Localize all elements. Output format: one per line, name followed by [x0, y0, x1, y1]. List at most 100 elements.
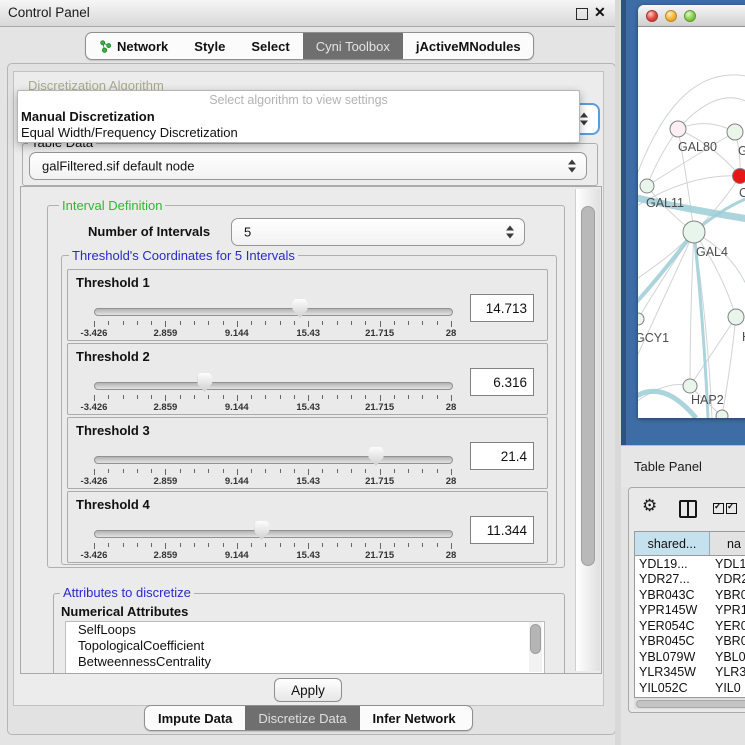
cell-name[interactable]: YDL1	[710, 557, 745, 571]
cell-shared-name[interactable]: YLR345W	[635, 665, 710, 679]
cell-name[interactable]: YIL0	[710, 681, 741, 695]
cell-shared-name[interactable]: YBR045C	[635, 634, 710, 648]
cell-shared-name[interactable]: YDL19...	[635, 557, 710, 571]
dropdown-item-manual-discretization[interactable]: Manual Discretization	[21, 109, 155, 124]
tab-cyni-toolbox[interactable]: Cyni Toolbox	[303, 33, 403, 59]
minimize-traffic-light-icon[interactable]	[665, 10, 677, 22]
network-node[interactable]	[638, 313, 644, 325]
attribute-item[interactable]: BetweennessCentrality	[66, 654, 544, 670]
horizontal-scrollbar[interactable]	[634, 698, 745, 709]
network-node[interactable]	[716, 410, 728, 418]
network-node[interactable]	[728, 309, 744, 325]
network-edge[interactable]	[722, 317, 736, 416]
network-icon	[99, 40, 112, 53]
tick-mark	[451, 321, 452, 327]
tab-impute-data[interactable]: Impute Data	[145, 706, 245, 730]
network-node[interactable]	[670, 121, 686, 137]
apply-button[interactable]: Apply	[274, 678, 342, 702]
split-view-icon[interactable]	[679, 500, 697, 518]
numerical-attributes-list[interactable]: SelfLoopsTopologicalCoefficientBetweenne…	[65, 621, 545, 674]
float-window-icon[interactable]	[576, 8, 588, 20]
network-edge[interactable]	[638, 75, 745, 172]
tab-infer-network[interactable]: Infer Network	[360, 706, 469, 730]
checkbox-icon[interactable]	[713, 503, 724, 514]
threshold-value-field[interactable]: 11.344	[470, 516, 534, 544]
network-graph[interactable]: GAL80GACGAL11GAL4GCY1HHAP2	[638, 27, 745, 418]
table-data-combo[interactable]: galFiltered.sif default node	[29, 152, 587, 180]
checkbox-icon[interactable]	[726, 503, 737, 514]
table-row[interactable]: YPR145WYPR1	[635, 603, 745, 619]
attribute-item[interactable]: SelfLoops	[66, 622, 544, 638]
network-edge-highlight[interactable]	[638, 232, 694, 307]
tick-mark	[94, 321, 95, 327]
cell-name[interactable]: YDR2	[710, 572, 745, 586]
network-node[interactable]	[640, 179, 654, 193]
table-row[interactable]: YBR043CYBR0	[635, 587, 745, 603]
table-row[interactable]: YLR345WYLR3	[635, 665, 745, 681]
zoom-traffic-light-icon[interactable]	[684, 10, 696, 22]
tick-mark	[351, 543, 352, 547]
table-row[interactable]: YBL079WYBL0	[635, 649, 745, 665]
cell-name[interactable]: YBR0	[710, 588, 745, 602]
table-row[interactable]: YDR27...YDR2	[635, 572, 745, 588]
tab-network[interactable]: Network	[86, 33, 181, 59]
dropdown-item-equal-width-frequency[interactable]: Equal Width/Frequency Discretization	[21, 125, 238, 140]
threshold-value-field[interactable]: 6.316	[470, 368, 534, 396]
network-edge[interactable]	[690, 232, 694, 386]
cell-name[interactable]: YBL0	[710, 650, 745, 664]
cell-shared-name[interactable]: YBL079W	[635, 650, 710, 664]
tab-discretize-data[interactable]: Discretize Data	[245, 706, 359, 730]
close-traffic-light-icon[interactable]	[646, 10, 658, 22]
column-header-name[interactable]: na	[710, 532, 745, 555]
network-edge[interactable]	[690, 317, 736, 386]
tick-mark	[408, 543, 409, 547]
gear-icon[interactable]: ⚙	[642, 496, 657, 516]
panel-scrollbar[interactable]	[575, 189, 600, 671]
table-row[interactable]: YER054CYER0	[635, 618, 745, 634]
tab-select[interactable]: Select	[238, 33, 302, 59]
tick-mark	[322, 395, 323, 399]
cell-shared-name[interactable]: YDR27...	[635, 572, 710, 586]
table-row[interactable]: YBR045CYBR0	[635, 634, 745, 650]
column-header-shared[interactable]: shared...	[635, 532, 710, 555]
cell-name[interactable]: YPR1	[710, 603, 745, 617]
cell-shared-name[interactable]: YBR043C	[635, 588, 710, 602]
threshold-value-field[interactable]: 21.4	[470, 442, 534, 470]
tick-mark	[351, 395, 352, 399]
network-node[interactable]	[733, 169, 745, 184]
cell-shared-name[interactable]: YPR145W	[635, 603, 710, 617]
tab-jactivemnodules[interactable]: jActiveMNodules	[403, 33, 534, 59]
tab-style[interactable]: Style	[181, 33, 238, 59]
attribute-item[interactable]: TopologicalCoefficient	[66, 638, 544, 654]
threshold-value-field[interactable]: 14.713	[470, 294, 534, 322]
cell-name[interactable]: YLR3	[710, 665, 745, 679]
network-edge[interactable]	[647, 129, 678, 186]
axis-tick-label: 28	[446, 476, 457, 487]
network-node[interactable]	[683, 379, 697, 393]
network-node[interactable]	[683, 221, 705, 243]
tick-mark	[294, 321, 295, 325]
scrollbar-thumb[interactable]	[581, 206, 595, 566]
list-scrollbar[interactable]	[529, 622, 542, 672]
cell-name[interactable]: YER0	[710, 619, 745, 633]
scrollbar-thumb[interactable]	[636, 700, 745, 708]
network-edge[interactable]	[678, 124, 735, 132]
node-attribute-table: shared... na YDL19...YDL1YDR27...YDR2YBR…	[634, 531, 745, 698]
spinner-icon	[506, 226, 515, 239]
cell-shared-name[interactable]: YER054C	[635, 619, 710, 633]
table-row[interactable]: YDL19...YDL1	[635, 556, 745, 572]
close-icon[interactable]: ✕	[594, 4, 606, 21]
dropdown-prompt: Select algorithm to view settings	[18, 93, 579, 107]
table-row[interactable]: YIL052CYIL0	[635, 680, 745, 696]
network-node[interactable]	[727, 124, 743, 140]
network-window[interactable]: GAL80GACGAL11GAL4GCY1HHAP2	[638, 5, 745, 418]
table-panel: ⚙ shared... na YDL19...YDL1YDR27...YDR2Y…	[628, 487, 745, 713]
network-window-titlebar[interactable]	[638, 5, 745, 27]
network-edge[interactable]	[638, 232, 694, 367]
number-of-intervals-combo[interactable]: 5	[231, 218, 525, 246]
cell-name[interactable]: YBR0	[710, 634, 745, 648]
table-rows: YDL19...YDL1YDR27...YDR2YBR043CYBR0YPR14…	[635, 556, 745, 696]
cell-shared-name[interactable]: YIL052C	[635, 681, 710, 695]
scrollbar-thumb[interactable]	[530, 624, 541, 654]
axis-tick-label: 15.43	[296, 476, 320, 487]
